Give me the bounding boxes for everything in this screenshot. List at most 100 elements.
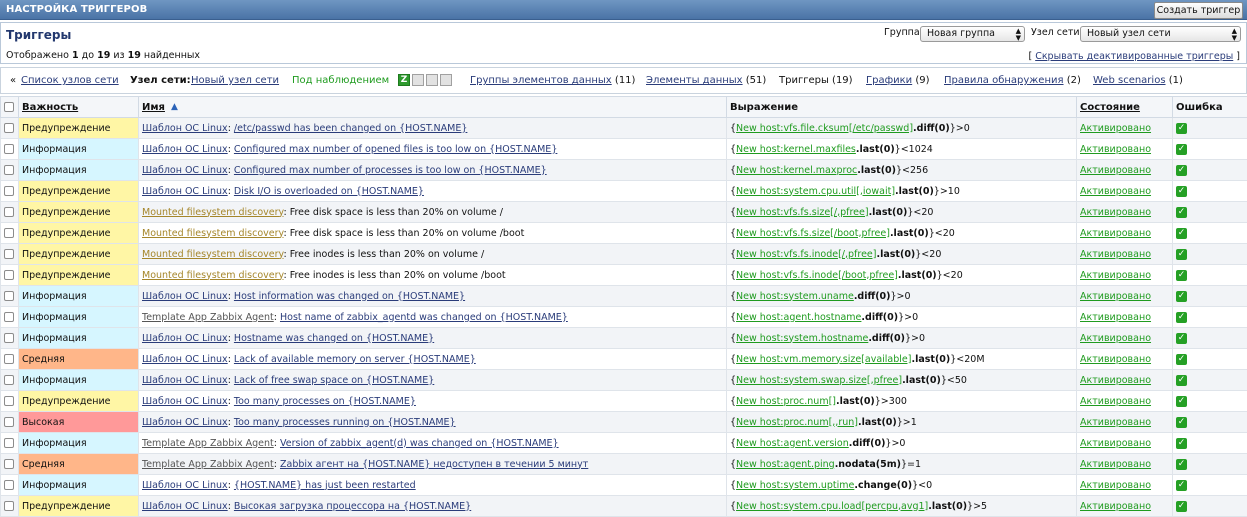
item-key-link[interactable]: New host:system.hostname (736, 333, 868, 344)
template-link[interactable]: Шаблон ОС Linux (142, 396, 228, 407)
host-name-link[interactable]: Новый узел сети (191, 75, 279, 86)
row-checkbox[interactable] (4, 186, 14, 196)
row-checkbox[interactable] (4, 354, 14, 364)
template-link[interactable]: Шаблон ОС Linux (142, 165, 228, 176)
trigger-name-link[interactable]: Hostname was changed on {HOST.NAME} (234, 333, 434, 344)
row-checkbox[interactable] (4, 144, 14, 154)
item-key-link[interactable]: New host:vfs.fs.size[/boot,pfree] (736, 228, 890, 239)
template-link[interactable]: Template App Zabbix Agent (142, 312, 274, 323)
row-checkbox[interactable] (4, 459, 14, 469)
trigger-name-link[interactable]: Disk I/O is overloaded on {HOST.NAME} (234, 186, 424, 197)
severity-sort-link[interactable]: Важность (22, 102, 78, 113)
row-checkbox[interactable] (4, 123, 14, 133)
row-checkbox[interactable] (4, 480, 14, 490)
template-link[interactable]: Шаблон ОС Linux (142, 480, 228, 491)
template-link[interactable]: Шаблон ОС Linux (142, 501, 228, 512)
item-key-link[interactable]: New host:system.swap.size[,pfree] (736, 375, 902, 386)
item-key-link[interactable]: New host:kernel.maxfiles (736, 144, 856, 155)
status-toggle-link[interactable]: Активировано (1080, 459, 1151, 470)
row-checkbox[interactable] (4, 312, 14, 322)
template-link[interactable]: Шаблон ОС Linux (142, 144, 228, 155)
item-groups-link[interactable]: Группы элементов данных (470, 75, 612, 86)
item-key-link[interactable]: New host:vm.memory.size[available] (736, 354, 911, 365)
row-checkbox[interactable] (4, 501, 14, 511)
status-toggle-link[interactable]: Активировано (1080, 375, 1151, 386)
item-key-link[interactable]: New host:proc.num[,,run] (736, 417, 858, 428)
row-checkbox[interactable] (4, 375, 14, 385)
status-toggle-link[interactable]: Активировано (1080, 144, 1151, 155)
row-checkbox[interactable] (4, 270, 14, 280)
trigger-name-link[interactable]: Lack of free swap space on {HOST.NAME} (234, 375, 434, 386)
status-toggle-link[interactable]: Активировано (1080, 186, 1151, 197)
row-checkbox[interactable] (4, 333, 14, 343)
status-toggle-link[interactable]: Активировано (1080, 165, 1151, 176)
item-key-link[interactable]: New host:system.cpu.util[,iowait] (736, 186, 895, 197)
trigger-name-link[interactable]: Zabbix агент на {HOST.NAME} недоступен в… (280, 459, 588, 470)
template-link[interactable]: Template App Zabbix Agent (142, 438, 274, 449)
template-link[interactable]: Mounted filesystem discovery (142, 228, 283, 239)
host-select[interactable]: Новый узел сети ▲▼ (1080, 26, 1241, 42)
status-toggle-link[interactable]: Активировано (1080, 228, 1151, 239)
template-link[interactable]: Mounted filesystem discovery (142, 249, 283, 260)
status-sort-link[interactable]: Состояние (1080, 102, 1140, 113)
items-link[interactable]: Элементы данных (646, 75, 743, 86)
status-toggle-link[interactable]: Активировано (1080, 312, 1151, 323)
trigger-name-link[interactable]: {HOST.NAME} has just been restarted (234, 480, 416, 491)
trigger-name-link[interactable]: Host information was changed on {HOST.NA… (234, 291, 465, 302)
status-toggle-link[interactable]: Активировано (1080, 291, 1151, 302)
row-checkbox[interactable] (4, 291, 14, 301)
trigger-name-link[interactable]: /etc/passwd has been changed on {HOST.NA… (234, 123, 467, 134)
template-link[interactable]: Шаблон ОС Linux (142, 333, 228, 344)
status-toggle-link[interactable]: Активировано (1080, 501, 1151, 512)
item-key-link[interactable]: New host:system.cpu.load[percpu,avg1] (736, 501, 928, 512)
trigger-name-link[interactable]: Too many processes on {HOST.NAME} (234, 396, 416, 407)
item-key-link[interactable]: New host:vfs.fs.size[/,pfree] (736, 207, 869, 218)
status-toggle-link[interactable]: Активировано (1080, 270, 1151, 281)
item-key-link[interactable]: New host:agent.hostname (736, 312, 861, 323)
status-toggle-link[interactable]: Активировано (1080, 480, 1151, 491)
row-checkbox[interactable] (4, 165, 14, 175)
item-key-link[interactable]: New host:vfs.file.cksum[/etc/passwd] (736, 123, 913, 134)
select-all-checkbox[interactable] (4, 102, 14, 112)
discovery-link[interactable]: Правила обнаружения (944, 75, 1064, 86)
template-link[interactable]: Шаблон ОС Linux (142, 186, 228, 197)
row-checkbox[interactable] (4, 207, 14, 217)
trigger-name-link[interactable]: Configured max number of opened files is… (234, 144, 557, 155)
web-scenarios-link[interactable]: Web scenarios (1093, 75, 1166, 86)
status-toggle-link[interactable]: Активировано (1080, 249, 1151, 260)
host-list-link[interactable]: Список узлов сети (21, 75, 119, 86)
trigger-name-link[interactable]: Высокая загрузка процессора на {HOST.NAM… (234, 501, 471, 512)
template-link[interactable]: Шаблон ОС Linux (142, 354, 228, 365)
template-link[interactable]: Шаблон ОС Linux (142, 291, 228, 302)
item-key-link[interactable]: New host:agent.version (736, 438, 849, 449)
create-trigger-button[interactable]: Создать триггер (1154, 2, 1243, 19)
item-key-link[interactable]: New host:proc.num[] (736, 396, 836, 407)
trigger-name-link[interactable]: Configured max number of processes is to… (234, 165, 547, 176)
name-sort-link[interactable]: Имя (142, 102, 165, 113)
item-key-link[interactable]: New host:agent.ping (736, 459, 835, 470)
status-toggle-link[interactable]: Активировано (1080, 123, 1151, 134)
trigger-name-link[interactable]: Lack of available memory on server {HOST… (234, 354, 476, 365)
status-toggle-link[interactable]: Активировано (1080, 396, 1151, 407)
graphs-link[interactable]: Графики (866, 75, 912, 86)
status-toggle-link[interactable]: Активировано (1080, 333, 1151, 344)
item-key-link[interactable]: New host:system.uptime (736, 480, 854, 491)
row-checkbox[interactable] (4, 438, 14, 448)
template-link[interactable]: Шаблон ОС Linux (142, 375, 228, 386)
item-key-link[interactable]: New host:kernel.maxproc (736, 165, 857, 176)
template-link[interactable]: Шаблон ОС Linux (142, 417, 228, 428)
template-link[interactable]: Mounted filesystem discovery (142, 207, 283, 218)
row-checkbox[interactable] (4, 417, 14, 427)
item-key-link[interactable]: New host:vfs.fs.inode[/boot,pfree] (736, 270, 898, 281)
template-link[interactable]: Mounted filesystem discovery (142, 270, 283, 281)
row-checkbox[interactable] (4, 249, 14, 259)
group-select[interactable]: Новая группа ▲▼ (920, 26, 1025, 42)
status-toggle-link[interactable]: Активировано (1080, 354, 1151, 365)
status-toggle-link[interactable]: Активировано (1080, 438, 1151, 449)
hide-deactivated-link[interactable]: Скрывать деактивированные триггеры (1035, 51, 1233, 62)
trigger-name-link[interactable]: Version of zabbix_agent(d) was changed o… (280, 438, 559, 449)
status-toggle-link[interactable]: Активировано (1080, 207, 1151, 218)
status-toggle-link[interactable]: Активировано (1080, 417, 1151, 428)
trigger-name-link[interactable]: Host name of zabbix_agentd was changed o… (280, 312, 568, 323)
template-link[interactable]: Template App Zabbix Agent (142, 459, 274, 470)
